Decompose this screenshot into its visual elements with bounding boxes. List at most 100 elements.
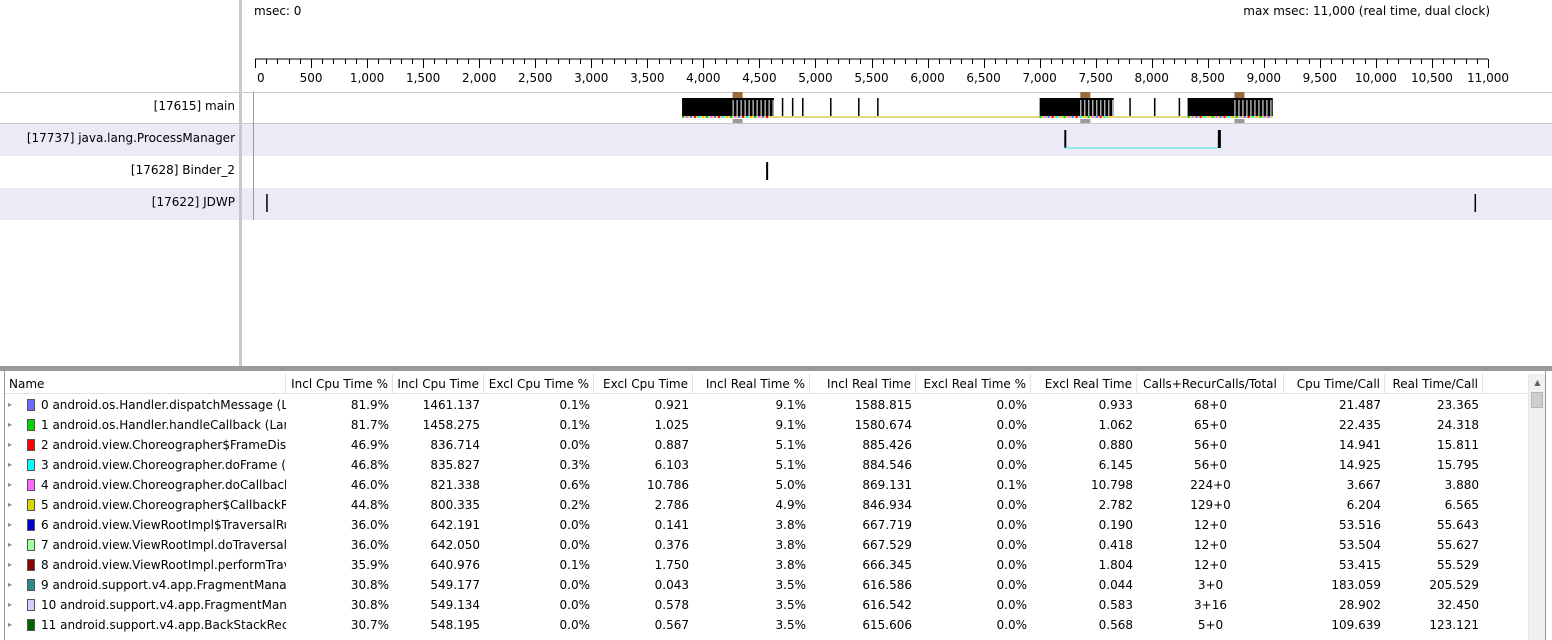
axis-tick-label: 10,000 xyxy=(1355,71,1397,85)
table-cell: 55.529 xyxy=(1437,558,1479,572)
main-thread-call-color xyxy=(1263,116,1266,118)
expand-arrow-icon[interactable]: ▸ xyxy=(8,435,12,455)
thread-label-process-manager[interactable]: [17737] java.lang.ProcessManager xyxy=(27,131,235,145)
table-cell: 12+0 xyxy=(1194,558,1227,572)
table-cell: 3.8% xyxy=(775,558,807,572)
table-cell: 6.145 xyxy=(1098,458,1133,472)
table-cell: 885.426 xyxy=(862,438,912,452)
main-thread-call-color xyxy=(1247,116,1250,118)
method-color-swatch xyxy=(27,519,35,531)
table-row[interactable]: ▸ 3 android.view.Choreographer.doFrame (4… xyxy=(5,455,1527,475)
thread-name-column: [17615] main [17737] java.lang.ProcessMa… xyxy=(0,0,239,366)
column-header[interactable]: Name xyxy=(5,374,286,394)
table-row[interactable]: ▸ 7 android.view.ViewRootImpl.doTraversal… xyxy=(5,535,1527,555)
main-thread-event-tick xyxy=(781,98,784,116)
thread-traces[interactable] xyxy=(242,92,1552,220)
table-row[interactable]: ▸ 0 android.os.Handler.dispatchMessage (L… xyxy=(5,395,1527,415)
main-thread-call-color xyxy=(734,116,737,118)
axis-tick-label: 4,000 xyxy=(686,71,720,85)
column-header[interactable]: Excl Real Time % xyxy=(916,374,1031,394)
column-header[interactable]: Excl Cpu Time % xyxy=(484,374,594,394)
column-header[interactable]: Incl Cpu Time xyxy=(393,374,484,394)
main-thread-call-color xyxy=(758,116,761,118)
expand-arrow-icon[interactable]: ▸ xyxy=(8,475,12,495)
table-row[interactable]: ▸ 11 android.support.v4.app.BackStackReco… xyxy=(5,615,1527,635)
expand-arrow-icon[interactable]: ▸ xyxy=(8,515,12,535)
method-name: 6 android.view.ViewRootImpl$TraversalRu xyxy=(41,518,286,532)
column-header[interactable]: Cpu Time/Call xyxy=(1284,374,1385,394)
main-thread-event-tick xyxy=(830,98,832,116)
expand-arrow-icon[interactable]: ▸ xyxy=(8,495,12,515)
timeline-canvas[interactable]: msec: 0 max msec: 11,000 (real time, dua… xyxy=(242,0,1552,366)
axis-tick-label: 8,000 xyxy=(1135,71,1169,85)
column-header[interactable]: Excl Cpu Time xyxy=(594,374,693,394)
main-thread-gap xyxy=(756,100,758,116)
expand-arrow-icon[interactable]: ▸ xyxy=(8,575,12,595)
table-cell: 6.565 xyxy=(1444,498,1479,512)
thread-label-binder[interactable]: [17628] Binder_2 xyxy=(131,163,235,177)
column-header[interactable]: Incl Real Time % xyxy=(693,374,810,394)
expand-arrow-icon[interactable]: ▸ xyxy=(8,555,12,575)
main-thread-event-tick xyxy=(1129,98,1131,116)
expand-arrow-icon[interactable]: ▸ xyxy=(8,415,12,435)
column-header[interactable]: Real Time/Call xyxy=(1385,374,1483,394)
table-cell: 15.811 xyxy=(1437,438,1479,452)
column-header[interactable]: Incl Cpu Time % xyxy=(286,374,393,394)
scroll-up-arrow-icon[interactable]: ▲ xyxy=(1529,374,1545,391)
table-row[interactable]: ▸ 4 android.view.Choreographer.doCallback… xyxy=(5,475,1527,495)
thread-label-main[interactable]: [17615] main xyxy=(154,99,235,113)
table-cell: 36.0% xyxy=(350,518,389,532)
table-row[interactable]: ▸ 8 android.view.ViewRootImpl.performTrav… xyxy=(5,555,1527,575)
method-color-swatch xyxy=(27,479,35,491)
axis-tick-label: 1,500 xyxy=(406,71,440,85)
main-thread-call-color xyxy=(1267,116,1270,118)
table-row[interactable]: ▸ 6 android.view.ViewRootImpl$TraversalRu… xyxy=(5,515,1527,535)
table-row[interactable]: ▸ 9 android.support.v4.app.FragmentManag 3… xyxy=(5,575,1527,595)
expand-arrow-icon[interactable]: ▸ xyxy=(8,535,12,555)
main-thread-call-color xyxy=(742,116,745,118)
table-cell: 666.345 xyxy=(862,558,912,572)
column-header[interactable]: Incl Real Time xyxy=(810,374,916,394)
axis-tick-label: 500 xyxy=(300,71,323,85)
main-thread-call-color xyxy=(726,116,729,118)
expand-arrow-icon[interactable]: ▸ xyxy=(8,615,12,635)
table-cell: 0.0% xyxy=(559,538,591,552)
column-header[interactable]: Excl Real Time xyxy=(1031,374,1137,394)
binder-event-tick xyxy=(766,162,769,180)
table-cell: 0.044 xyxy=(1098,578,1133,592)
vertical-scrollbar[interactable]: ▲ xyxy=(1528,374,1545,640)
table-cell: 21.487 xyxy=(1339,398,1381,412)
axis-tick-label: 6,500 xyxy=(966,71,1000,85)
table-cell: 22.435 xyxy=(1339,418,1381,432)
table-cell: 3+0 xyxy=(1197,578,1224,592)
main-thread-gap xyxy=(732,100,734,116)
method-name: 9 android.support.v4.app.FragmentManag xyxy=(41,578,286,592)
main-thread-gap xyxy=(1092,100,1094,116)
axis-tick-label: 9,500 xyxy=(1303,71,1337,85)
scrollbar-thumb[interactable] xyxy=(1531,392,1543,408)
table-cell: 0.933 xyxy=(1098,398,1133,412)
main-thread-call-color xyxy=(1059,116,1062,118)
expand-arrow-icon[interactable]: ▸ xyxy=(8,455,12,475)
main-thread-activity-block xyxy=(682,98,774,116)
main-thread-marker-shadow xyxy=(732,119,743,123)
table-cell: 3.880 xyxy=(1444,478,1479,492)
table-row[interactable]: ▸ 5 android.view.Choreographer$CallbackR 4… xyxy=(5,495,1527,515)
main-thread-call-color xyxy=(1211,116,1214,118)
table-cell: 548.195 xyxy=(430,618,480,632)
table-cell: 3+16 xyxy=(1194,598,1227,612)
table-cell: 44.8% xyxy=(350,498,389,512)
table-row[interactable]: ▸ 2 android.view.Choreographer$FrameDisp 4… xyxy=(5,435,1527,455)
table-row[interactable]: ▸ 1 android.os.Handler.handleCallback (La… xyxy=(5,415,1527,435)
expand-arrow-icon[interactable]: ▸ xyxy=(8,595,12,615)
column-header[interactable]: Calls+RecurCalls/Total xyxy=(1137,374,1284,394)
main-thread-call-color xyxy=(762,116,765,118)
table-cell: 642.191 xyxy=(430,518,480,532)
expand-arrow-icon[interactable]: ▸ xyxy=(8,395,12,415)
table-cell: 183.059 xyxy=(1331,578,1381,592)
table-cell: 55.643 xyxy=(1437,518,1479,532)
table-cell: 81.9% xyxy=(350,398,389,412)
table-row[interactable]: ▸ 10 android.support.v4.app.FragmentMana 3… xyxy=(5,595,1527,615)
thread-label-jdwp[interactable]: [17622] JDWP xyxy=(152,195,235,209)
table-cell: 616.586 xyxy=(862,578,912,592)
